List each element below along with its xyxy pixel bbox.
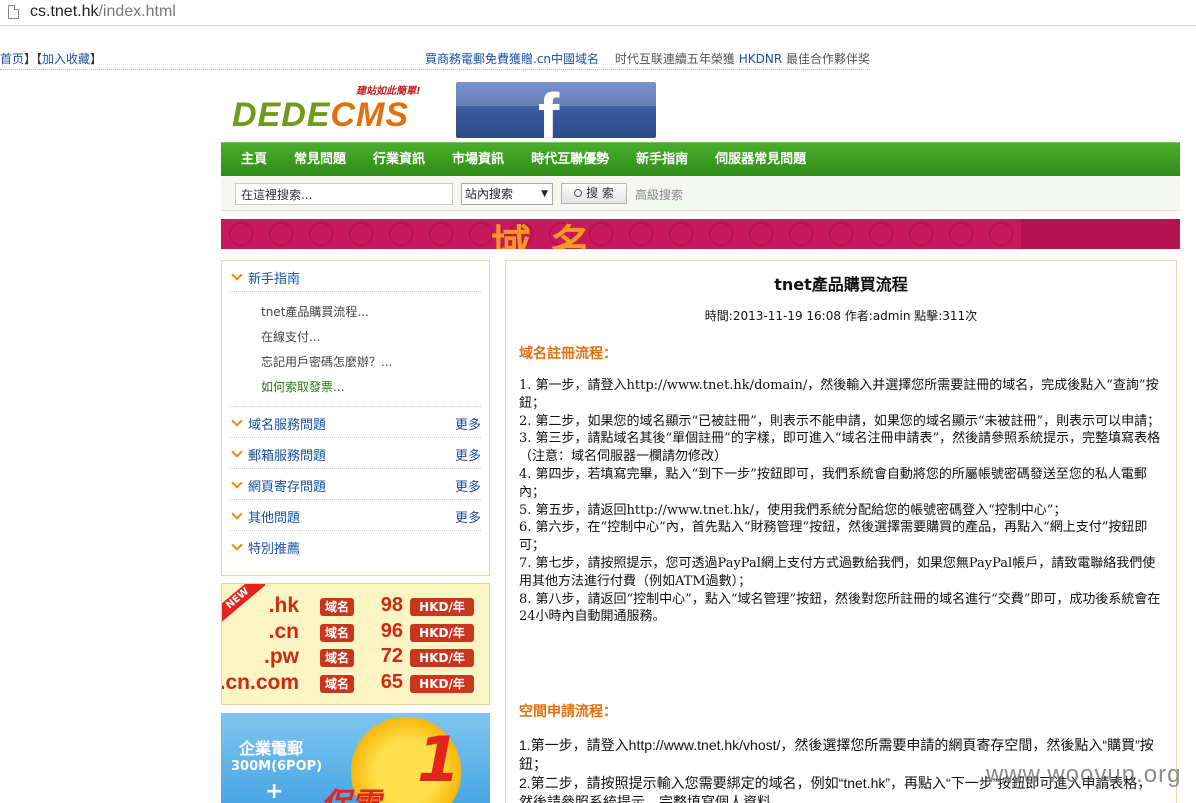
step-text: 8. 第八步，請返回“控制中心”，點入“域名管理”按鈕，然後對您所註冊的域名進行… (519, 591, 1161, 625)
price-unit: HKD/年 (410, 624, 474, 642)
sidebar-section-title: 網頁寄存問題 (248, 480, 327, 495)
domain-steps: 1. 第一步，請登入http://www.tnet.hk/domain/，然後輸… (519, 377, 1164, 626)
domain-label: 域名 (320, 624, 354, 642)
email-promo[interactable]: 企業電郵 300M(6POP) + 保雲 1 (221, 713, 490, 803)
facebook-icon: f (538, 82, 560, 138)
sidebar-section[interactable]: 域名服務問題 更多 (230, 407, 481, 438)
domain-label: 域名 (320, 598, 354, 616)
site-logo[interactable]: 建站如此簡單! DEDECMS (232, 82, 444, 134)
nav-item[interactable]: 主頁 (241, 143, 267, 177)
domain-tld: .pw (264, 645, 299, 668)
search-bar: 站內搜索▼ 搜 索 高級搜索 (221, 177, 1180, 211)
more-link[interactable]: 更多 (455, 414, 481, 433)
price-unit: HKD/年 (410, 649, 474, 667)
nav-item[interactable]: 市場資訊 (452, 143, 504, 177)
domain-price-row: .cn.com 域名 65 HKD/年 (221, 671, 489, 696)
domain-price: 65 (380, 671, 403, 693)
hkdnr-link[interactable]: HKDNR (739, 52, 782, 66)
search-icon (574, 189, 583, 197)
guide-link[interactable]: 忘記用戶密碼怎麼辦？... (230, 350, 481, 375)
sidebar-section-title: 特別推薦 (248, 542, 301, 557)
email-promo-title: 企業電郵 (239, 739, 304, 758)
email-promo-capacity: 300M(6POP) (231, 759, 323, 774)
domain-tld: .cn.com (221, 671, 299, 694)
step-text: 6. 第六步，在“控制中心”內，首先點入“財務管理”按鈕，然後選擇需要購買的產品… (519, 520, 1148, 554)
article-title: tnet產品購買流程 (774, 275, 908, 294)
nav-item[interactable]: 常見問題 (294, 143, 346, 177)
logo-slogan: 建站如此簡單! (356, 86, 421, 97)
domain-price-row: .cn 域名 96 HKD/年 (222, 620, 489, 645)
banner-word: 域名 (491, 222, 611, 249)
step-text: 2. 第二步，如果您的域名顯示“已被註冊”，則表示不能申請，如果您的域名顯示“未… (519, 413, 1161, 429)
set-homepage-link[interactable]: 设为首页 (0, 52, 24, 66)
chevron-down-icon (232, 271, 242, 281)
article-meta: 時間:2013-11-19 16:08 作者:admin 點擊:311次 (704, 309, 978, 323)
search-input[interactable] (235, 183, 453, 205)
nav-item[interactable]: 伺服器常見問題 (715, 143, 806, 177)
advanced-search-link[interactable]: 高級搜索 (635, 186, 683, 203)
sidebar-section[interactable]: 郵箱服務問題 更多 (230, 438, 481, 469)
guide-list: tnet產品購買流程... 在線支付... 忘記用戶密碼怎麼辦？... 如何索取發票.… (230, 300, 481, 407)
domain-tld: .hk (268, 594, 299, 617)
sidebar-section[interactable]: 網頁寄存問題 更多 (230, 469, 481, 500)
nav-item[interactable]: 時代互聯優勢 (531, 143, 609, 177)
url-text[interactable]: cs.tnet.hk/index.html (30, 3, 176, 21)
top-links: 设为首页】【加入收藏】 (0, 50, 102, 67)
search-button[interactable]: 搜 索 (561, 183, 627, 204)
domain-price: 96 (380, 620, 403, 642)
domain-label: 域名 (320, 649, 354, 667)
chevron-down-icon (232, 448, 242, 458)
sidebar-section-title: 域名服務問題 (248, 418, 327, 433)
article: tnet產品購買流程 時間:2013-11-19 16:08 作者:admin … (505, 260, 1177, 803)
page-icon (8, 5, 19, 19)
promo-banner[interactable]: 域名 (221, 219, 1180, 249)
chevron-down-icon: ▼ (541, 189, 548, 199)
guide-link[interactable]: 如何索取發票... (230, 375, 481, 400)
nav-item[interactable]: 新手指南 (636, 143, 688, 177)
domain-label: 域名 (320, 675, 354, 693)
watermark: www.wooyun.org (986, 761, 1182, 788)
address-bar[interactable]: cs.tnet.hk/index.html (0, 0, 1196, 26)
step-text: 1. 第一步，請登入http://www.tnet.hk/domain/，然後輸… (519, 378, 1159, 411)
more-link[interactable]: 更多 (455, 476, 481, 495)
chevron-down-icon (232, 417, 242, 427)
domain-price-row: .pw 域名 72 HKD/年 (222, 645, 489, 670)
step-text: 3. 第三步，請點域名其後“單個註冊”的字樣，即可進入“域名注冊申請表”，然後請… (519, 431, 1161, 465)
price-unit: HKD/年 (410, 598, 474, 616)
more-link[interactable]: 更多 (455, 507, 481, 526)
step-text: 4. 第四步，若填寫完畢，點入“到下一步”按鈕即可，我們系統會自動將您的所屬帳號… (519, 466, 1147, 500)
guide-link[interactable]: 在線支付... (230, 325, 481, 350)
sidebar-section[interactable]: 其他問題 更多 (230, 500, 481, 531)
guide-link[interactable]: tnet產品購買流程... (230, 300, 481, 325)
sidebar-section-title: 其他問題 (248, 511, 301, 526)
sidebar-section-guide[interactable]: 新手指南 (230, 261, 481, 292)
top-divider (0, 69, 870, 70)
section-heading-hosting: 空間申請流程： (519, 704, 617, 720)
main-nav: 主頁 常見問題 行業資訊 市場資訊 時代互聯優勢 新手指南 伺服器常見問題 (221, 142, 1180, 176)
logo-text: DEDECMS (232, 96, 410, 134)
section-heading-domain: 域名註冊流程： (519, 346, 617, 362)
nav-item[interactable]: 行業資訊 (373, 143, 425, 177)
more-link[interactable]: 更多 (455, 445, 481, 464)
news-link-email-promo[interactable]: 買商務電郵免費獲贈.cn中國域名 (425, 52, 599, 66)
search-scope-select[interactable]: 站內搜索 ▼ (461, 183, 553, 205)
sidebar-section[interactable]: 特別推薦 (230, 531, 481, 562)
domain-price: 72 (380, 645, 403, 667)
chevron-down-icon (232, 479, 242, 489)
add-favorite-link[interactable]: 加入收藏 (42, 52, 90, 66)
sidebar: 新手指南 tnet產品購買流程... 在線支付... 忘記用戶密碼怎麼辦？... 如何… (221, 260, 490, 576)
price-unit: HKD/年 (410, 675, 474, 693)
domain-tld: .cn (268, 620, 299, 643)
domain-price-row: .hk 域名 98 HKD/年 (222, 594, 489, 619)
step-text: 7. 第七步，請按照提示，您可透過PayPal網上支付方式過數給我們，如果您無P… (519, 555, 1156, 589)
chevron-down-icon (232, 510, 242, 520)
sidebar-section-title: 郵箱服務問題 (248, 449, 327, 464)
news-award-text: 时代互联連續五年榮獲 HKDNR 最佳合作夥伴奖 (614, 52, 870, 66)
domain-price: 98 (380, 594, 403, 616)
facebook-banner[interactable]: f (456, 82, 656, 138)
chevron-down-icon (232, 541, 242, 551)
top-news: 買商務電郵免費獲贈.cn中國域名 时代互联連續五年榮獲 HKDNR 最佳合作夥伴… (425, 50, 870, 67)
step-text: 5. 第五步，請返回http://www.tnet.hk/，使用我們系統分配給您… (519, 502, 1067, 518)
domain-price-promo[interactable]: NEW .hk 域名 98 HKD/年 .cn 域名 96 HKD/年 .pw 域名 72 HKD/年… (221, 583, 490, 705)
